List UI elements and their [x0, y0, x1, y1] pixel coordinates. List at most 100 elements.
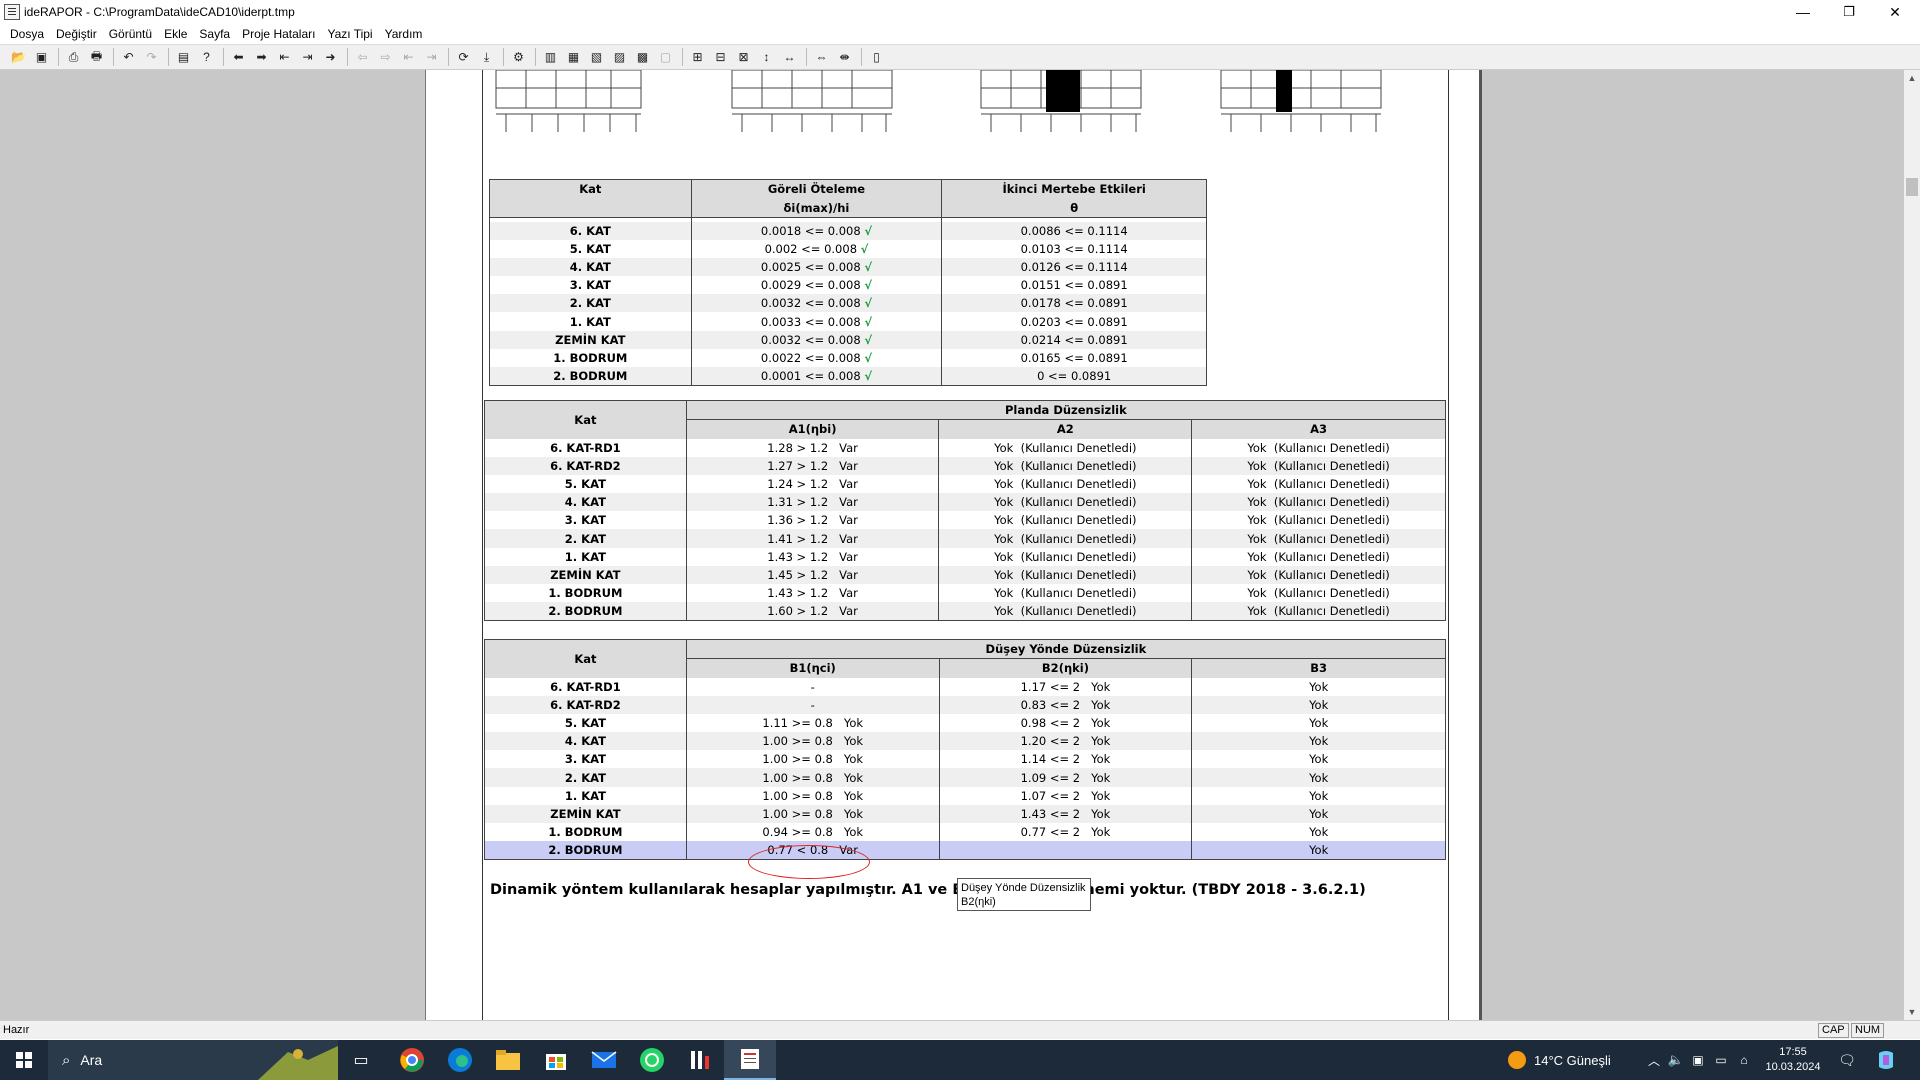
minimize-button[interactable]: —	[1780, 0, 1826, 24]
zoom-1-icon[interactable]: ⊞	[687, 47, 708, 68]
file-explorer-icon[interactable]	[484, 1040, 532, 1080]
kat-cell: 5. KAT	[484, 474, 687, 494]
print-preview-icon[interactable]: ⎙	[63, 47, 84, 68]
store-icon[interactable]	[532, 1040, 580, 1080]
close-button[interactable]: ✕	[1872, 0, 1918, 24]
a2-cell: Yok (Kullanıcı Denetledi)	[938, 456, 1193, 475]
table-row-selected[interactable]: 2. BODRUM 0.77 < 0.8 Var Yok	[484, 841, 1446, 860]
b3-cell: Yok	[1191, 804, 1446, 823]
menu-goruntu[interactable]: Görüntü	[103, 27, 158, 41]
network-icon[interactable]: ⌂	[1734, 1040, 1754, 1080]
settings-icon[interactable]: ⚙	[508, 47, 529, 68]
kat-cell: 1. BODRUM	[484, 823, 687, 842]
nav-disabled-3-icon[interactable]: ⇤	[398, 47, 419, 68]
scrollbar-thumb[interactable]	[1906, 178, 1918, 196]
menu-dosya[interactable]: Dosya	[4, 27, 50, 41]
layout-6-icon[interactable]: ▢	[655, 47, 676, 68]
menu-yardim[interactable]: Yardım	[379, 27, 429, 41]
page-setup-icon[interactable]: ▤	[173, 47, 194, 68]
undo-icon[interactable]: ↶	[118, 47, 139, 68]
clock[interactable]: 17:55 10.03.2024	[1758, 1040, 1828, 1080]
layout-2-icon[interactable]: ▦	[563, 47, 584, 68]
b1-cell: -	[685, 677, 940, 696]
task-view-icon[interactable]: ▭	[338, 1040, 384, 1080]
menu-degistir[interactable]: Değiştir	[50, 27, 103, 41]
meet-icon[interactable]: ▣	[1688, 1040, 1708, 1080]
kat-cell: 2. KAT	[484, 529, 687, 548]
whatsapp-icon[interactable]	[628, 1040, 676, 1080]
chrome-icon[interactable]	[388, 1040, 436, 1080]
zoom-3-icon[interactable]: ⊠	[733, 47, 754, 68]
table-row: 1. BODRUM 0.94 >= 0.8 Yok 0.77 <= 2 Yok Yok	[484, 823, 1446, 842]
redo-icon[interactable]: ↷	[141, 47, 162, 68]
edge-icon[interactable]	[436, 1040, 484, 1080]
save-icon[interactable]: ▣	[31, 47, 52, 68]
drift-cell: 0.0029 <= 0.008 √	[690, 276, 943, 295]
taskbar-search[interactable]: ⌕ Ara	[48, 1040, 338, 1080]
menu-sayfa[interactable]: Sayfa	[193, 27, 236, 41]
drift-cell: 0.0018 <= 0.008 √	[690, 221, 943, 240]
export-icon[interactable]: ⤓	[476, 47, 497, 68]
idecad-icon[interactable]	[676, 1040, 724, 1080]
menu-proje-hatalari[interactable]: Proje Hataları	[236, 27, 321, 41]
nav-disabled-1-icon[interactable]: ⇦	[352, 47, 373, 68]
b2-cell: 1.20 <= 2 Yok	[938, 732, 1193, 751]
table-row: 2. KAT 1.00 >= 0.8 Yok 1.09 <= 2 Yok Yok	[484, 768, 1446, 787]
zoom-4-icon[interactable]: ↕	[756, 47, 777, 68]
open-folder-icon[interactable]: 📂	[8, 47, 29, 68]
weather-widget[interactable]: 14°C Güneşli	[1508, 1040, 1632, 1080]
arrow-left-icon[interactable]: ⬅	[228, 47, 249, 68]
layout-1-icon[interactable]: ▥	[540, 47, 561, 68]
zoom-5-icon[interactable]: ↔	[779, 47, 800, 68]
b3-cell: Yok	[1191, 841, 1446, 860]
zoom-2-icon[interactable]: ⊟	[710, 47, 731, 68]
scroll-down-icon[interactable]: ▼	[1904, 1004, 1920, 1020]
nav-disabled-2-icon[interactable]: ⇨	[375, 47, 396, 68]
arrow-right-icon[interactable]: ➡	[251, 47, 272, 68]
columns-icon[interactable]: ▯	[866, 47, 887, 68]
refresh-icon[interactable]: ⟳	[453, 47, 474, 68]
nav-disabled-4-icon[interactable]: ⇥	[421, 47, 442, 68]
kat-cell: 2. BODRUM	[484, 841, 687, 860]
b2-cell: 0.98 <= 2 Yok	[938, 713, 1193, 733]
help-icon[interactable]: ?	[196, 47, 217, 68]
speaker-icon[interactable]: 🔈	[1666, 1040, 1686, 1080]
toolbar-separator	[503, 48, 504, 66]
toolbar: 📂 ▣ ⎙ 🖶 ↶ ↷ ▤ ? ⬅ ➡ ⇤ ⇥ ➜ ⇦ ⇨ ⇤ ⇥ ⟳ ⤓ ⚙ …	[0, 44, 1920, 70]
chevron-up-icon[interactable]: ︿	[1644, 1040, 1664, 1080]
b3-cell: Yok	[1191, 677, 1446, 696]
menu-ekle[interactable]: Ekle	[158, 27, 193, 41]
iderapor-taskbar-item[interactable]	[724, 1040, 776, 1080]
toolbar-separator	[682, 48, 683, 66]
layout-5-icon[interactable]: ▩	[632, 47, 653, 68]
check-icon: √	[864, 350, 872, 365]
print-icon[interactable]: 🖶	[86, 47, 107, 68]
a2-cell: Yok (Kullanıcı Denetledi)	[938, 438, 1193, 457]
layout-4-icon[interactable]: ▨	[609, 47, 630, 68]
arrow-first-icon[interactable]: ⇤	[274, 47, 295, 68]
mail-icon[interactable]	[580, 1040, 628, 1080]
menu-yazi-tipi[interactable]: Yazı Tipi	[321, 27, 378, 41]
check-icon: √	[864, 296, 872, 311]
vertical-scrollbar[interactable]: ▲ ▼	[1904, 70, 1920, 1020]
table-row: ZEMİN KAT 0.0032 <= 0.008 √ 0.0214 <= 0.08…	[489, 330, 1207, 349]
b3-cell: Yok	[1191, 823, 1446, 842]
copilot-icon[interactable]	[1866, 1040, 1906, 1080]
table-row: 5. KAT 0.002 <= 0.008 √ 0.0103 <= 0.1114	[489, 239, 1207, 258]
arrow-last-icon[interactable]: ⇥	[297, 47, 318, 68]
a2-cell: Yok (Kullanıcı Denetledi)	[938, 493, 1193, 512]
table-row: 2. BODRUM 0.0001 <= 0.008 √ 0 <= 0.0891	[489, 367, 1207, 386]
jump-icon[interactable]: ➜	[320, 47, 341, 68]
num-indicator: NUM	[1851, 1023, 1885, 1038]
fit-page-icon[interactable]: ⇼	[834, 47, 855, 68]
start-button[interactable]	[0, 1040, 48, 1080]
col-header-b1: B1(ηci)	[685, 658, 940, 678]
theta-cell: 0.0103 <= 0.1114	[941, 239, 1207, 258]
scroll-up-icon[interactable]: ▲	[1904, 70, 1920, 86]
maximize-button[interactable]: ❐	[1826, 0, 1872, 24]
a3-cell: Yok (Kullanıcı Denetledi)	[1191, 547, 1446, 566]
fit-width-icon[interactable]: ⇔	[811, 47, 832, 68]
battery-icon[interactable]: ▭	[1710, 1040, 1732, 1080]
layout-3-icon[interactable]: ▧	[586, 47, 607, 68]
notification-icon[interactable]: 🗨	[1832, 1040, 1862, 1080]
